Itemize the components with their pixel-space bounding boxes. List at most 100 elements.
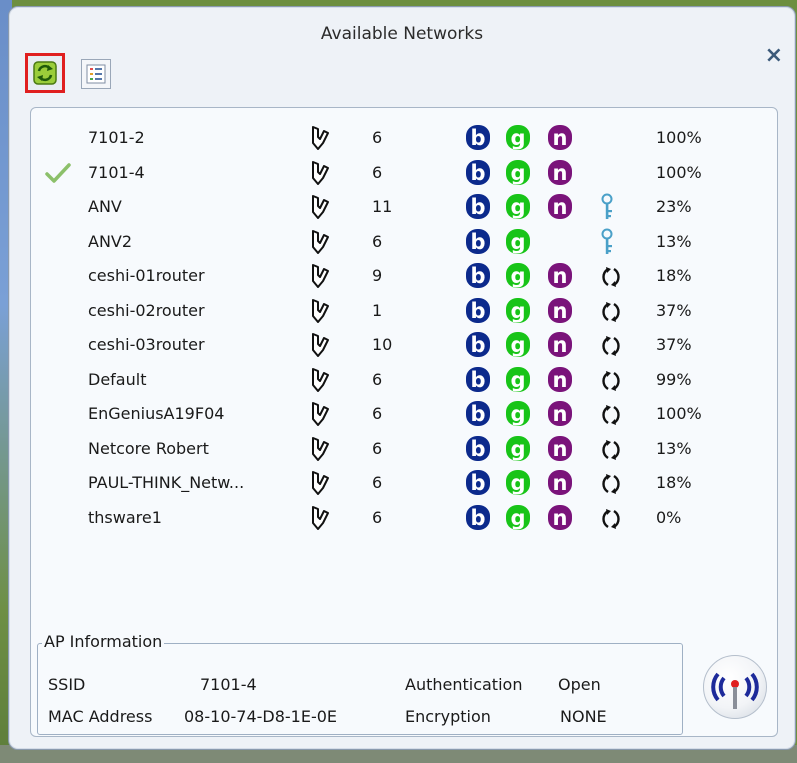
svg-text:n: n	[553, 368, 568, 392]
mode-n-icon: n	[547, 159, 573, 186]
encryption-label: Encryption	[405, 707, 491, 726]
svg-text:b: b	[470, 471, 485, 495]
svg-text:b: b	[470, 230, 485, 254]
infrastructure-icon	[309, 229, 331, 259]
wireless-antenna-icon	[711, 672, 759, 709]
wps-icon	[601, 335, 621, 361]
network-row[interactable]: Default 6 b g n 99%	[31, 364, 777, 398]
network-row[interactable]: Netcore Robert 6 b g n 13%	[31, 433, 777, 467]
svg-text:g: g	[510, 506, 525, 530]
ssid-value: 7101-4	[200, 675, 257, 694]
mode-n-icon: n	[547, 400, 573, 427]
network-row[interactable]: 7101-4 6 b g n 100%	[31, 157, 777, 191]
svg-text:b: b	[470, 299, 485, 323]
infrastructure-icon	[309, 194, 331, 224]
network-channel: 6	[372, 369, 383, 389]
network-channel: 6	[372, 473, 383, 492]
infrastructure-icon	[309, 505, 331, 535]
network-ssid: ceshi-02router	[88, 300, 205, 320]
connected-check-icon	[45, 162, 71, 188]
authentication-label: Authentication	[405, 675, 523, 694]
network-channel: 9	[372, 266, 383, 285]
signal-strength: 99%	[656, 369, 692, 389]
svg-text:g: g	[510, 471, 525, 495]
wps-icon	[601, 473, 621, 499]
svg-text:g: g	[510, 264, 525, 288]
svg-text:g: g	[510, 368, 525, 392]
network-row[interactable]: ceshi-01router 9 b g n 18%	[31, 260, 777, 294]
connect-button[interactable]	[703, 655, 767, 719]
infrastructure-icon	[309, 298, 331, 328]
svg-text:g: g	[510, 195, 525, 219]
svg-text:b: b	[470, 195, 485, 219]
svg-text:b: b	[470, 368, 485, 392]
mode-g-icon: g	[505, 228, 531, 255]
refresh-button[interactable]	[25, 53, 65, 93]
mode-b-icon: b	[465, 331, 491, 358]
signal-strength: 100%	[656, 162, 702, 182]
network-channel: 6	[372, 128, 383, 147]
network-channel: 6	[372, 231, 383, 251]
mode-n-icon: n	[547, 331, 573, 358]
encryption-value: NONE	[560, 707, 607, 726]
ap-information-legend: AP Information	[42, 632, 165, 651]
infrastructure-icon	[309, 470, 331, 500]
svg-text:b: b	[470, 126, 485, 150]
svg-text:n: n	[553, 264, 568, 288]
mode-g-icon: g	[505, 469, 531, 496]
wps-icon	[601, 266, 621, 292]
refresh-icon	[33, 61, 57, 85]
mode-n-icon: n	[547, 262, 573, 289]
list-view-icon	[86, 64, 106, 84]
mode-b-icon: b	[465, 504, 491, 531]
mode-g-icon: g	[505, 400, 531, 427]
svg-text:n: n	[553, 437, 568, 461]
svg-text:b: b	[470, 437, 485, 461]
signal-strength: 100%	[656, 404, 702, 423]
network-ssid: PAUL-THINK_Netw...	[88, 473, 245, 492]
key-icon	[598, 228, 616, 262]
authentication-value: Open	[558, 675, 601, 694]
signal-strength: 18%	[656, 473, 692, 492]
mac-address-label: MAC Address	[48, 707, 153, 726]
network-row[interactable]: 7101-2 6 b g n 100%	[31, 122, 777, 156]
mode-n-icon: n	[547, 366, 573, 393]
network-channel: 6	[372, 438, 383, 458]
mode-g-icon: g	[505, 331, 531, 358]
ssid-label: SSID	[48, 675, 86, 694]
svg-text:n: n	[553, 506, 568, 530]
network-row[interactable]: EnGeniusA19F04 6 b g n 100%	[31, 398, 777, 432]
signal-strength: 18%	[656, 266, 692, 285]
network-row[interactable]: ceshi-02router 1 b g n 37%	[31, 295, 777, 329]
wps-icon	[601, 439, 621, 465]
mode-b-icon: b	[465, 297, 491, 324]
infrastructure-icon	[309, 367, 331, 397]
mode-n-icon: n	[547, 469, 573, 496]
network-row[interactable]: ceshi-03router 10 b g n 37%	[31, 329, 777, 363]
network-row[interactable]: PAUL-THINK_Netw... 6 b g n 18%	[31, 467, 777, 501]
svg-text:g: g	[510, 126, 525, 150]
svg-text:g: g	[510, 299, 525, 323]
mode-g-icon: g	[505, 124, 531, 151]
network-row[interactable]: thsware1 6 b g n 0%	[31, 502, 777, 536]
network-row[interactable]: ANV 11 b g n 23%	[31, 191, 777, 225]
svg-text:n: n	[553, 299, 568, 323]
close-button[interactable]: ×	[765, 43, 783, 68]
available-networks-window: Available Networks × 7101-2 6 b g n 100% 7101-…	[8, 6, 796, 750]
mode-b-icon: b	[465, 159, 491, 186]
svg-text:n: n	[553, 333, 568, 357]
infrastructure-icon	[309, 263, 331, 293]
signal-strength: 37%	[656, 300, 692, 320]
infrastructure-icon	[309, 436, 331, 466]
network-ssid: Netcore Robert	[88, 438, 209, 458]
list-view-button[interactable]	[81, 59, 111, 89]
mode-b-icon: b	[465, 124, 491, 151]
mode-b-icon: b	[465, 435, 491, 462]
signal-strength: 37%	[656, 335, 692, 354]
mode-g-icon: g	[505, 297, 531, 324]
key-icon	[598, 193, 616, 227]
svg-text:g: g	[510, 333, 525, 357]
network-row[interactable]: ANV2 6 b g 13%	[31, 226, 777, 260]
svg-text:g: g	[510, 402, 525, 426]
svg-text:b: b	[470, 402, 485, 426]
